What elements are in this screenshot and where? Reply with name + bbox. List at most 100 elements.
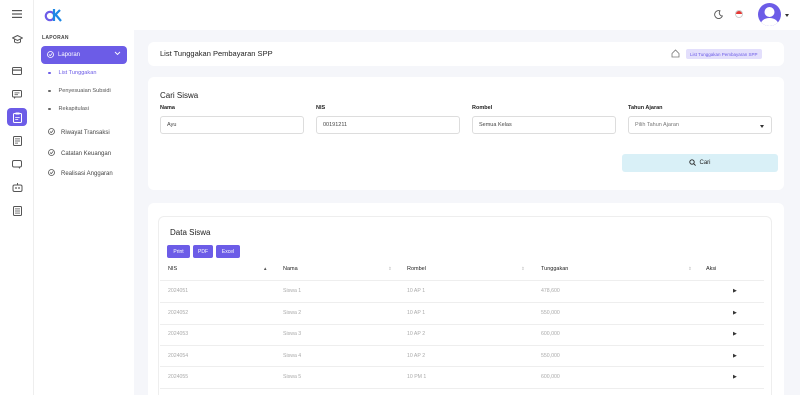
cell-nama: Siswa 1 bbox=[283, 288, 302, 294]
table-divider bbox=[160, 324, 764, 325]
nama-label: Nama bbox=[160, 105, 175, 111]
cell-nis: 2024055 bbox=[168, 374, 189, 380]
cell-nama: Siswa 2 bbox=[283, 310, 302, 316]
chevron-down-icon bbox=[114, 51, 121, 58]
icon-sidebar bbox=[0, 0, 34, 395]
chat-icon[interactable] bbox=[7, 155, 27, 173]
tahun-ajaran-select[interactable]: Pilih Tahun Ajaran bbox=[628, 116, 772, 134]
page-title: List Tunggakan Pembayaran SPP bbox=[160, 49, 273, 58]
cell-nama: Siswa 5 bbox=[283, 374, 302, 380]
submenu-label: List Tunggakan bbox=[58, 70, 97, 76]
column-header-rombel[interactable]: Rombel bbox=[407, 266, 426, 272]
moon-icon[interactable] bbox=[714, 10, 724, 21]
cell-tunggakan: 550,000 bbox=[541, 353, 560, 359]
cell-nama: Siswa 4 bbox=[283, 353, 302, 359]
cell-nis: 2024054 bbox=[168, 353, 189, 359]
sort-icon[interactable]: ⇕ bbox=[388, 266, 392, 272]
column-header-nis[interactable]: NIS bbox=[168, 266, 177, 272]
cell-nis: 2024051 bbox=[168, 288, 189, 294]
print-button[interactable]: Print bbox=[167, 245, 190, 258]
cell-tunggakan: 600,000 bbox=[541, 374, 560, 380]
bullet-icon bbox=[48, 107, 51, 111]
tahun-ajaran-placeholder: Pilih Tahun Ajaran bbox=[635, 122, 679, 128]
page-header-card: List Tunggakan Pembayaran SPP List Tungg… bbox=[148, 42, 784, 66]
sidebar-subitem-rekapitulasi[interactable]: Rekapitulasi bbox=[48, 106, 89, 112]
cell-rombel: 10 PM 1 bbox=[407, 374, 427, 380]
sidebar-item-catatan-keuangan[interactable]: Catatan Keuangan bbox=[48, 149, 111, 158]
cell-rombel: 10 AP 2 bbox=[407, 353, 426, 359]
cell-rombel: 10 AP 2 bbox=[407, 331, 426, 337]
message-icon[interactable] bbox=[7, 85, 27, 103]
graduation-cap-icon[interactable] bbox=[7, 30, 27, 48]
sidebar-item-label: Laporan bbox=[58, 52, 81, 58]
pdf-button[interactable]: PDF bbox=[193, 245, 213, 258]
column-header-nama[interactable]: Nama bbox=[283, 266, 298, 272]
sidebar-item-realisasi-anggaran[interactable]: Realisasi Anggaran bbox=[48, 169, 113, 178]
nis-label: NIS bbox=[316, 105, 326, 111]
column-header-aksi: Aksi bbox=[706, 266, 717, 272]
sidebar-subitem-penyesuaian-subsidi[interactable]: Penyesuaian Subsidi bbox=[48, 88, 111, 94]
submenu-label: Penyesuaian Subsidi bbox=[58, 88, 111, 94]
nis-input[interactable]: 00191211 bbox=[316, 116, 460, 134]
play-icon[interactable]: ▶ bbox=[733, 374, 737, 380]
rombel-label: Rombel bbox=[472, 105, 493, 111]
rombel-input[interactable]: Semua Kelas bbox=[472, 116, 616, 134]
sort-icon[interactable]: ⇕ bbox=[521, 266, 525, 272]
cell-rombel: 10 AP 1 bbox=[407, 310, 426, 316]
receipt-icon[interactable] bbox=[7, 202, 27, 220]
column-header-tunggakan[interactable]: Tunggakan bbox=[541, 266, 568, 272]
sidebar-subitem-list-tunggakan[interactable]: List Tunggakan bbox=[48, 70, 96, 76]
submenu-label: Rekapitulasi bbox=[58, 106, 89, 112]
app-logo[interactable] bbox=[44, 6, 64, 22]
cell-rombel: 10 AP 1 bbox=[407, 288, 426, 294]
play-icon[interactable]: ▶ bbox=[733, 353, 737, 359]
sidebar-item-label: Riwayat Transaksi bbox=[61, 129, 110, 136]
flag-indonesia-icon[interactable] bbox=[735, 10, 743, 18]
robot-icon[interactable] bbox=[7, 178, 27, 196]
table-divider bbox=[160, 366, 764, 367]
cell-tunggakan: 550,000 bbox=[541, 310, 560, 316]
excel-button[interactable]: Excel bbox=[216, 245, 240, 258]
nama-input[interactable]: Ayu bbox=[160, 116, 304, 134]
avatar[interactable] bbox=[758, 3, 781, 26]
document-list-icon[interactable] bbox=[7, 132, 27, 150]
sort-icon[interactable]: ⇕ bbox=[688, 266, 692, 272]
caret-down-icon[interactable] bbox=[785, 13, 789, 19]
clipboard-report-icon[interactable] bbox=[7, 108, 27, 126]
cell-tunggakan: 478,600 bbox=[541, 288, 560, 294]
play-icon[interactable]: ▶ bbox=[733, 288, 737, 294]
bullet-icon bbox=[48, 71, 51, 75]
sidebar: LAPORAN Laporan List Tunggakan Penyesuai… bbox=[34, 30, 134, 395]
search-title: Cari Siswa bbox=[160, 91, 199, 100]
search-icon bbox=[689, 158, 697, 168]
sidebar-item-riwayat-transaksi[interactable]: Riwayat Transaksi bbox=[48, 128, 110, 137]
sidebar-section-title: LAPORAN bbox=[42, 35, 69, 41]
wallet-icon[interactable] bbox=[7, 62, 27, 80]
sidebar-item-laporan[interactable]: Laporan bbox=[41, 46, 127, 64]
cell-tunggakan: 600,000 bbox=[541, 331, 560, 337]
breadcrumb[interactable]: List Tunggakan Pembayaran SPP bbox=[686, 49, 762, 59]
table-divider bbox=[160, 345, 764, 346]
data-inner-frame bbox=[158, 216, 772, 395]
table-title: Data Siswa bbox=[170, 228, 211, 237]
table-divider bbox=[160, 388, 764, 389]
shield-icon bbox=[48, 128, 55, 137]
top-bar bbox=[34, 0, 800, 30]
cari-button-label: Cari bbox=[699, 160, 711, 166]
shield-icon bbox=[47, 50, 54, 60]
cell-nis: 2024053 bbox=[168, 331, 189, 337]
sidebar-item-label: Catatan Keuangan bbox=[61, 150, 112, 157]
sidebar-item-label: Realisasi Anggaran bbox=[61, 170, 113, 177]
cell-nis: 2024052 bbox=[168, 310, 189, 316]
play-icon[interactable]: ▶ bbox=[733, 310, 737, 316]
bullet-icon bbox=[48, 89, 51, 93]
shield-icon bbox=[48, 149, 55, 158]
cell-nama: Siswa 3 bbox=[283, 331, 302, 337]
tahun-ajaran-label: Tahun Ajaran bbox=[628, 105, 663, 111]
home-icon[interactable] bbox=[671, 49, 680, 60]
sort-asc-icon[interactable]: ▲ bbox=[263, 266, 267, 271]
hamburger-menu-icon[interactable] bbox=[7, 5, 27, 23]
cari-button[interactable]: Cari bbox=[622, 154, 778, 172]
play-icon[interactable]: ▶ bbox=[733, 331, 737, 337]
caret-down-icon bbox=[760, 124, 764, 130]
